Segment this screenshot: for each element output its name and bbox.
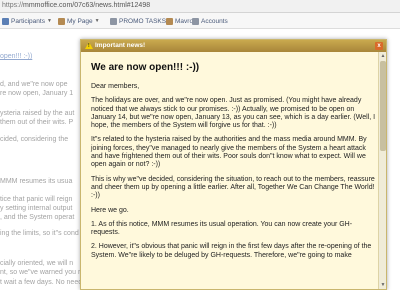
nav-item-accounts[interactable]: Accounts (192, 16, 228, 26)
url-scheme: https:// (2, 2, 24, 9)
scroll-down-icon[interactable]: ▼ (380, 282, 386, 288)
nav-item-label: Participants (11, 17, 45, 25)
warning-icon (85, 42, 93, 49)
news-paragraph: This is why we"ve decided, considering t… (91, 175, 375, 200)
nav-item-label: Accounts (201, 17, 228, 25)
dialog-scrollbar[interactable]: ▲ ▼ (378, 52, 386, 289)
important-news-dialog: Important news! x We are now open!!! :-)… (80, 39, 387, 290)
news-paragraph: It"s related to the hysteria raised by t… (91, 136, 367, 169)
news-heading: We are now open!!! :-)) (91, 62, 200, 73)
scrollbar-thumb[interactable] (380, 61, 386, 151)
users-icon (2, 17, 9, 25)
news-paragraph: 2. However, it"s obvious that panic will… (91, 243, 372, 259)
coins-icon (166, 17, 173, 25)
browser-url-bar[interactable]: https://mmmoffice.com/07c63/news.html#12… (0, 0, 400, 13)
news-paragraph: The holidays are over, and we"re now ope… (91, 97, 376, 130)
dialog-title-bar[interactable]: Important news! x (81, 40, 386, 52)
nav-item-promo-tasks[interactable]: PROMO TASKS (110, 16, 166, 26)
nav-item-label: PROMO TASKS (119, 17, 167, 25)
close-button[interactable]: x (375, 42, 383, 50)
megaphone-icon (110, 17, 117, 25)
chevron-down-icon: ▼ (94, 18, 100, 24)
nav-item-label: Mavro (175, 17, 194, 25)
url-path: mmmoffice.com/07c63/news.html#12498 (23, 2, 151, 9)
nav-item-my-page[interactable]: My Page ▼ (58, 16, 100, 26)
home-icon (58, 17, 65, 25)
nav-item-mavro[interactable]: Mavro (166, 16, 193, 26)
nav-item-label: My Page (67, 17, 93, 25)
dialog-body: We are now open!!! :-)) Dear members, Th… (87, 58, 377, 290)
accounts-icon (192, 17, 199, 25)
scroll-up-icon[interactable]: ▲ (380, 53, 386, 59)
news-paragraph: 1. As of this notice, MMM resumes its us… (91, 220, 353, 237)
news-paragraph: Here we go. (91, 206, 129, 214)
url-text[interactable]: https://mmmoffice.com/07c63/news.html#12… (2, 2, 150, 9)
chevron-down-icon: ▼ (46, 18, 52, 24)
news-paragraph: Dear members, (91, 83, 140, 90)
dialog-title: Important news! (95, 42, 146, 49)
nav-item-participants[interactable]: Participants ▼ (2, 16, 52, 26)
site-nav: Participants ▼ My Page ▼ PROMO TASKS Mav… (0, 13, 400, 29)
